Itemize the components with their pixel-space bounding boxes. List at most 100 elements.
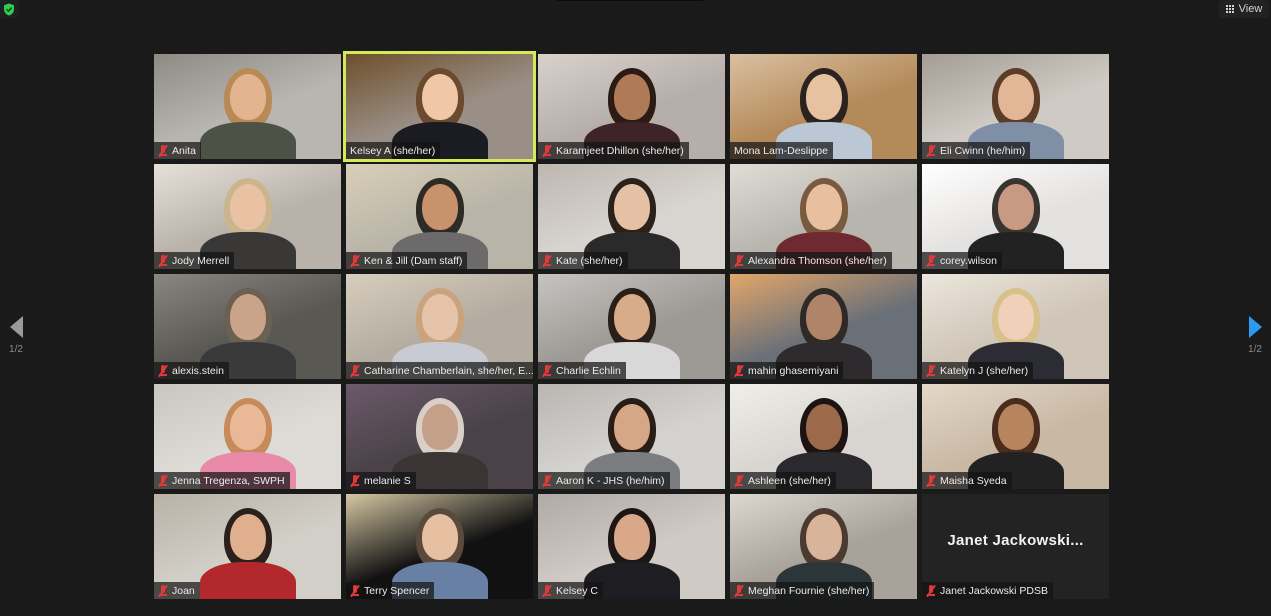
microphone-muted-icon: [542, 144, 552, 157]
microphone-muted-icon: [734, 584, 744, 597]
grid-icon: [1226, 4, 1235, 14]
participant-tile[interactable]: Terry Spencer: [346, 494, 533, 599]
microphone-muted-icon: [926, 474, 936, 487]
participant-face: [614, 184, 650, 230]
participant-tile[interactable]: Meghan Fournie (she/her): [730, 494, 917, 599]
participant-tile[interactable]: corey.wilson: [922, 164, 1109, 269]
participant-name: Kate (she/her): [556, 254, 623, 267]
participant-face: [806, 184, 842, 230]
participant-name-tag: Alexandra Thomson (she/her): [730, 252, 892, 269]
microphone-muted-icon: [350, 584, 360, 597]
participant-tile[interactable]: Karamjeet Dhillon (she/her): [538, 54, 725, 159]
participant-tile[interactable]: mahin ghasemiyani: [730, 274, 917, 379]
participant-tile[interactable]: Anita: [154, 54, 341, 159]
participant-tile[interactable]: Joan: [154, 494, 341, 599]
participant-face: [806, 294, 842, 340]
participant-face: [422, 74, 458, 120]
microphone-muted-icon: [926, 254, 936, 267]
participant-name-tag: alexis.stein: [154, 362, 229, 379]
participant-body: [200, 562, 296, 599]
participant-name-tag: Kelsey C: [538, 582, 604, 599]
participant-body: [200, 122, 296, 159]
security-badge[interactable]: [0, 0, 18, 18]
microphone-muted-icon: [926, 364, 936, 377]
participant-name-tag: Maisha Syeda: [922, 472, 1012, 489]
microphone-muted-icon: [734, 474, 744, 487]
participant-tile[interactable]: Janet Jackowski... Janet Jackowski PDSB: [922, 494, 1109, 599]
participant-face: [806, 514, 842, 560]
participant-face: [998, 184, 1034, 230]
microphone-muted-icon: [542, 474, 552, 487]
next-page-button[interactable]: 1/2: [1240, 313, 1270, 363]
participant-face: [230, 404, 266, 450]
participant-face: [422, 514, 458, 560]
participant-tile[interactable]: Ken & Jill (Dam staff): [346, 164, 533, 269]
participant-name: Meghan Fournie (she/her): [748, 584, 870, 597]
microphone-muted-icon: [542, 364, 552, 377]
participant-name-tag: Mona Lam-Deslippe: [730, 142, 833, 159]
participant-tile[interactable]: Jody Merrell: [154, 164, 341, 269]
triangle-right-icon: [1248, 316, 1262, 338]
microphone-muted-icon: [158, 254, 168, 267]
participant-face: [806, 404, 842, 450]
participant-name: alexis.stein: [172, 364, 224, 377]
participant-name-tag: Jody Merrell: [154, 252, 235, 269]
microphone-muted-icon: [158, 364, 168, 377]
triangle-left-icon: [9, 316, 23, 338]
participant-face: [422, 184, 458, 230]
microphone-muted-icon: [542, 254, 552, 267]
participant-name-tag: Charlie Echlin: [538, 362, 626, 379]
top-toolbar-handle[interactable]: [557, 0, 703, 1]
microphone-muted-icon: [542, 584, 552, 597]
participant-name-tag: Jenna Tregenza, SWPH: [154, 472, 290, 489]
participant-tile[interactable]: Catharine Chamberlain, she/her, E...: [346, 274, 533, 379]
shield-check-icon: [4, 3, 14, 15]
view-button-label: View: [1238, 3, 1263, 15]
microphone-muted-icon: [158, 584, 168, 597]
participant-name: Maisha Syeda: [940, 474, 1007, 487]
participant-tile[interactable]: Alexandra Thomson (she/her): [730, 164, 917, 269]
participant-name: Janet Jackowski PDSB: [940, 584, 1048, 597]
participant-name-tag: Janet Jackowski PDSB: [922, 582, 1053, 599]
participant-tile[interactable]: Kelsey C: [538, 494, 725, 599]
microphone-muted-icon: [158, 144, 168, 157]
participant-name: melanie S: [364, 474, 411, 487]
participant-name-tag: Aaron K - JHS (he/him): [538, 472, 670, 489]
participant-tile[interactable]: Kate (she/her): [538, 164, 725, 269]
participant-tile[interactable]: Maisha Syeda: [922, 384, 1109, 489]
participant-name: Ken & Jill (Dam staff): [364, 254, 463, 267]
participant-face: [614, 404, 650, 450]
participant-tile[interactable]: Kelsey A (she/her): [343, 51, 536, 162]
participant-face: [806, 74, 842, 120]
participant-face: [230, 184, 266, 230]
participant-name-tag: Eli Cwinn (he/him): [922, 142, 1031, 159]
participant-name-tag: Meghan Fournie (she/her): [730, 582, 875, 599]
participant-name-tag: Kate (she/her): [538, 252, 628, 269]
participant-name-tag: Anita: [154, 142, 201, 159]
participant-tile[interactable]: Charlie Echlin: [538, 274, 725, 379]
participant-name: Jody Merrell: [172, 254, 230, 267]
participant-name: Kelsey A (she/her): [350, 144, 436, 157]
participant-name: Alexandra Thomson (she/her): [748, 254, 887, 267]
previous-page-button[interactable]: 1/2: [1, 313, 31, 363]
participant-name-tag: corey.wilson: [922, 252, 1002, 269]
participant-name-tag: Karamjeet Dhillon (she/her): [538, 142, 689, 159]
participant-name: mahin ghasemiyani: [748, 364, 839, 377]
gallery-grid: Anita Kelsey A (she/her) Karamjeet Dhillon…: [154, 51, 1109, 599]
participant-tile[interactable]: melanie S: [346, 384, 533, 489]
participant-tile[interactable]: Jenna Tregenza, SWPH: [154, 384, 341, 489]
participant-tile[interactable]: Mona Lam-Deslippe: [730, 54, 917, 159]
participant-name: Eli Cwinn (he/him): [940, 144, 1026, 157]
participant-tile[interactable]: Ashleen (she/her): [730, 384, 917, 489]
participant-name-tag: Ashleen (she/her): [730, 472, 836, 489]
participant-name-tag: mahin ghasemiyani: [730, 362, 844, 379]
participant-tile[interactable]: alexis.stein: [154, 274, 341, 379]
view-button[interactable]: View: [1219, 0, 1269, 18]
participant-tile[interactable]: Aaron K - JHS (he/him): [538, 384, 725, 489]
participant-face: [998, 294, 1034, 340]
participant-name-tag: Ken & Jill (Dam staff): [346, 252, 468, 269]
participant-tile[interactable]: Eli Cwinn (he/him): [922, 54, 1109, 159]
participant-face: [422, 404, 458, 450]
participant-face: [998, 74, 1034, 120]
participant-tile[interactable]: Katelyn J (she/her): [922, 274, 1109, 379]
